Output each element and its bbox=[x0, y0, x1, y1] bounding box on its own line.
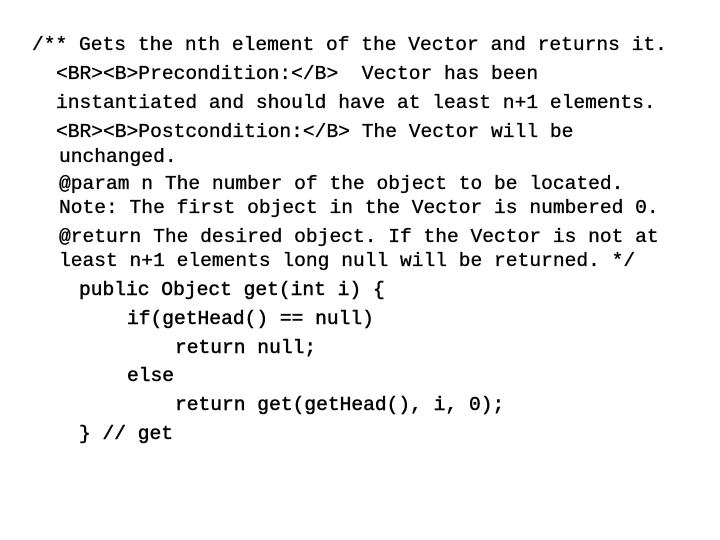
code-line: public Object get(int i) { bbox=[79, 279, 385, 302]
javadoc-line: @param n The number of the object to be … bbox=[59, 173, 624, 195]
javadoc-line: instantiated and should have at least n+… bbox=[56, 92, 656, 114]
code-line: return null; bbox=[175, 337, 317, 360]
code-line: } // get bbox=[79, 423, 174, 446]
javadoc-line: /** Gets the nth element of the Vector a… bbox=[32, 34, 667, 56]
code-line: return get(getHead(), i, 0); bbox=[175, 394, 505, 417]
javadoc-line: <BR><B>Postcondition:</B> The Vector wil… bbox=[56, 121, 574, 143]
code-line: if(getHead() == null) bbox=[127, 308, 374, 331]
code-line: else bbox=[127, 365, 175, 388]
javadoc-line: least n+1 elements long null will be ret… bbox=[59, 250, 636, 272]
javadoc-line: Note: The first object in the Vector is … bbox=[59, 197, 659, 219]
javadoc-line: unchanged. bbox=[59, 146, 177, 168]
javadoc-line: @return The desired object. If the Vecto… bbox=[59, 226, 659, 248]
javadoc-line: <BR><B>Precondition:</B> Vector has been bbox=[56, 63, 539, 85]
